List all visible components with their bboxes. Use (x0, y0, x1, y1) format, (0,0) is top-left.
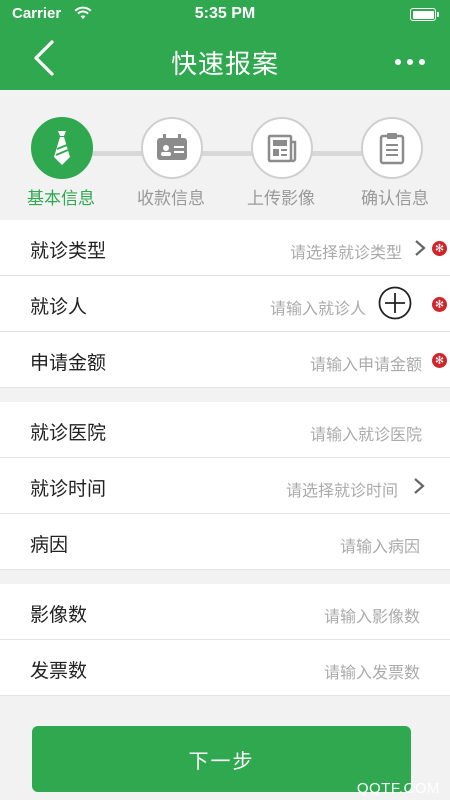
more-dot-icon (395, 59, 401, 65)
step-label-basic-info: 基本信息 (27, 189, 95, 209)
more-dot-icon (407, 59, 413, 65)
cause-row[interactable]: 病因 请输入病因 (0, 514, 450, 570)
image-count-input[interactable]: 请输入影像数 (324, 603, 420, 627)
step-connector (312, 151, 364, 156)
visit-type-select[interactable]: 请选择就诊类型 (290, 239, 402, 263)
clipboard-icon (379, 133, 405, 165)
invoice-count-row[interactable]: 发票数 请输入发票数 (0, 640, 450, 696)
page-title: 快速报案 (170, 50, 279, 80)
patient-label: 就诊人 (30, 296, 88, 318)
invoice-count-input[interactable]: 请输入发票数 (324, 659, 420, 683)
clock: 5:35 PM (194, 5, 256, 22)
step-connector (202, 151, 254, 156)
image-count-row[interactable]: 影像数 请输入影像数 (0, 584, 450, 640)
visit-type-label: 就诊类型 (30, 240, 107, 262)
visit-type-row[interactable]: 就诊类型 请选择就诊类型 ✻ (0, 220, 450, 276)
visit-time-select[interactable]: 请选择就诊时间 (286, 477, 398, 501)
add-circle-icon[interactable] (378, 286, 412, 320)
nav-header: Carrier 5:35 PM 快速报案 (0, 0, 450, 90)
step-label-confirm-info: 确认信息 (361, 189, 429, 209)
amount-row[interactable]: 申请金额 请输入申请金额 ✻ (0, 332, 450, 388)
cause-input[interactable]: 请输入病因 (340, 533, 420, 557)
required-icon: ✻ (432, 297, 447, 312)
patient-input[interactable]: 请输入就诊人 (270, 295, 366, 319)
status-bar: Carrier 5:35 PM (0, 0, 450, 30)
step-label-upload-images: 上传影像 (247, 189, 315, 209)
hospital-input[interactable]: 请输入就诊医院 (310, 421, 422, 445)
required-icon: ✻ (432, 353, 447, 368)
hospital-label: 就诊医院 (30, 422, 107, 444)
step-payment-info[interactable] (141, 117, 203, 179)
chevron-right-icon (415, 240, 426, 256)
required-icon: ✻ (432, 241, 447, 256)
id-card-icon (157, 134, 187, 160)
chevron-right-icon (414, 478, 425, 494)
step-basic-info[interactable] (31, 117, 93, 179)
next-step-button[interactable]: 下一步 (32, 726, 411, 792)
step-label-payment-info: 收款信息 (137, 189, 205, 209)
necktie-icon (54, 131, 70, 165)
more-button[interactable] (392, 48, 428, 74)
amount-label: 申请金额 (30, 352, 107, 374)
image-count-label: 影像数 (30, 604, 88, 626)
visit-time-label: 就诊时间 (30, 478, 107, 500)
battery-icon (410, 8, 439, 21)
cause-label: 病因 (30, 534, 69, 556)
step-confirm-info[interactable] (361, 117, 423, 179)
visit-time-row[interactable]: 就诊时间 请选择就诊时间 (0, 458, 450, 514)
hospital-row[interactable]: 就诊医院 请输入就诊医院 (0, 402, 450, 458)
more-dot-icon (419, 59, 425, 65)
step-connector (92, 151, 144, 156)
watermark: QQTF.COM (356, 780, 440, 797)
amount-input[interactable]: 请输入申请金额 (310, 351, 422, 375)
invoice-count-label: 发票数 (30, 660, 88, 682)
newspaper-icon (267, 134, 297, 163)
step-upload-images[interactable] (251, 117, 313, 179)
patient-row[interactable]: 就诊人 请输入就诊人 ✻ (0, 276, 450, 332)
